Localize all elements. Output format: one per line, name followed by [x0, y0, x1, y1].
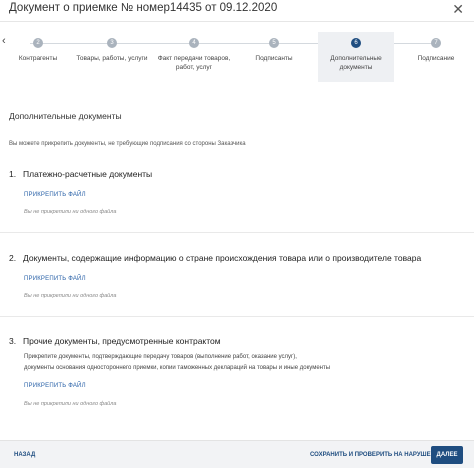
- step-number: 6: [351, 38, 361, 48]
- step-number: 7: [431, 38, 441, 48]
- document-title-payment: 1. Платежно-расчетные документы: [9, 169, 152, 179]
- step-number: 3: [107, 38, 117, 48]
- document-title-text: Прочие документы, предусмотренные контра…: [23, 336, 221, 346]
- step-signing[interactable]: 7 Подписание: [398, 32, 474, 82]
- close-icon[interactable]: ✕: [452, 1, 464, 18]
- step-contractors[interactable]: 2 Контрагенты: [0, 32, 76, 82]
- step-goods[interactable]: 3 Товары, работы, услуги: [74, 32, 150, 82]
- step-additional-documents[interactable]: 6 Дополнительные документы: [318, 32, 394, 82]
- attach-file-button[interactable]: ПРИКРЕПИТЬ ФАЙЛ: [24, 192, 86, 198]
- intro-text: Вы можете прикрепить документы, не требу…: [9, 141, 246, 147]
- document-title-origin: 2. Документы, содержащие информацию о стр…: [9, 253, 421, 263]
- step-label: Факт передачи товаров, работ, услуг: [157, 55, 231, 71]
- document-title-text: Документы, содержащие информацию о стран…: [23, 253, 422, 263]
- divider: [0, 316, 474, 317]
- step-label: Контрагенты: [18, 55, 58, 62]
- step-transfer-fact[interactable]: 4 Факт передачи товаров, работ, услуг: [156, 32, 232, 82]
- step-number: 5: [269, 38, 279, 48]
- no-file-text: Вы не прикрепили ни одного файла: [24, 293, 117, 299]
- document-number: 3.: [9, 336, 17, 346]
- step-signers[interactable]: 5 Подписанты: [236, 32, 312, 82]
- document-number: 2.: [9, 253, 17, 263]
- stepper: ‹ 2 Контрагенты 3 Товары, работы, услуги…: [0, 32, 474, 88]
- window-header: Документ о приемке № номер14435 от 09.12…: [0, 0, 474, 22]
- step-number: 2: [33, 38, 43, 48]
- footer-bar: НАЗАД СОХРАНИТЬ И ПРОВЕРИТЬ НА НАРУШЕНИЯ…: [0, 440, 474, 468]
- attach-file-button[interactable]: ПРИКРЕПИТЬ ФАЙЛ: [24, 383, 86, 389]
- document-title-other: 3. Прочие документы, предусмотренные конт…: [9, 336, 221, 346]
- divider: [0, 232, 474, 233]
- step-label: Дополнительные документы: [330, 55, 382, 71]
- page-title: Документ о приемке № номер14435 от 09.12…: [9, 2, 278, 14]
- save-and-check-button[interactable]: СОХРАНИТЬ И ПРОВЕРИТЬ НА НАРУШЕНИЯ: [310, 452, 444, 458]
- no-file-text: Вы не прикрепили ни одного файла: [24, 401, 117, 407]
- step-label: Товары, работы, услуги: [76, 55, 148, 62]
- document-description: Прикрепите документы, подтверждающие пер…: [24, 352, 444, 374]
- attach-file-button[interactable]: ПРИКРЕПИТЬ ФАЙЛ: [24, 276, 86, 282]
- next-button[interactable]: ДАЛЕЕ: [431, 446, 463, 464]
- back-button[interactable]: НАЗАД: [14, 452, 35, 458]
- description-line: Прикрепите документы, подтверждающие пер…: [24, 354, 297, 360]
- step-label: Подписание: [417, 55, 455, 62]
- document-title-text: Платежно-расчетные документы: [23, 169, 153, 179]
- section-title: Дополнительные документы: [9, 111, 122, 121]
- step-label: Подписанты: [255, 55, 293, 62]
- no-file-text: Вы не прикрепили ни одного файла: [24, 209, 117, 215]
- step-number: 4: [189, 38, 199, 48]
- document-number: 1.: [9, 169, 17, 179]
- description-line: документы основания одностороннего прием…: [24, 365, 331, 371]
